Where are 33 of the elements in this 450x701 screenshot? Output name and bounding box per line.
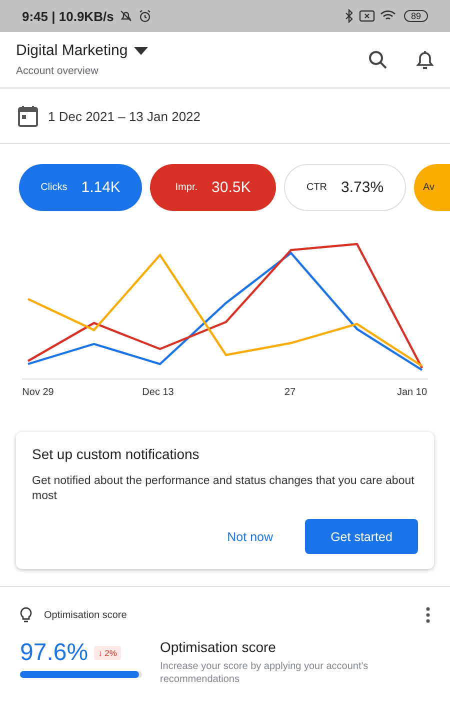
score-description: Increase your score by applying your account's recommendations xyxy=(160,660,370,686)
battery-level: 89 xyxy=(404,10,428,22)
lightbulb-icon xyxy=(20,607,32,623)
score-title: Optimisation score xyxy=(160,639,277,655)
section-title: Optimisation score xyxy=(44,610,127,620)
status-time: 9:45 | 10.9KB/s xyxy=(22,8,114,24)
card-button[interactable]: Not now xyxy=(207,519,293,554)
card-text: Get notified about the performance and status changes that you care about most xyxy=(32,474,416,504)
date-range[interactable]: 1 Dec 2021 – 13 Jan 2022 xyxy=(48,108,201,124)
score-value: 97.6% xyxy=(20,639,88,667)
search-icon[interactable] xyxy=(368,50,388,70)
account-title[interactable]: Digital Marketing xyxy=(16,42,128,59)
axis-label: Dec 13 xyxy=(142,387,174,398)
axis-label: Jan 10 xyxy=(396,387,428,398)
dropdown-caret-icon[interactable] xyxy=(134,46,148,54)
more-options-icon[interactable] xyxy=(426,607,430,623)
wifi-icon xyxy=(380,10,396,22)
sim-icon xyxy=(358,10,375,22)
calendar-icon[interactable] xyxy=(18,105,38,127)
alarm-icon xyxy=(138,9,152,23)
bluetooth-icon xyxy=(344,9,354,23)
card-title: Set up custom notifications xyxy=(32,446,200,462)
axis-label: Nov 29 xyxy=(22,387,54,398)
metric-chip[interactable]: CTR 3.73% xyxy=(284,164,406,211)
card-button[interactable]: Get started xyxy=(305,519,418,554)
metric-chip[interactable]: Impr. 30.5K xyxy=(150,164,276,211)
metric-chip[interactable]: Av xyxy=(414,164,450,211)
axis-label: 27 xyxy=(284,387,296,398)
score-change: ↓ 2% xyxy=(94,646,121,660)
metric-chip[interactable]: Clicks 1.14K xyxy=(19,164,142,211)
notifications-icon[interactable] xyxy=(416,48,434,70)
account-subtitle: Account overview xyxy=(16,65,100,77)
bell-off-icon xyxy=(118,9,133,23)
